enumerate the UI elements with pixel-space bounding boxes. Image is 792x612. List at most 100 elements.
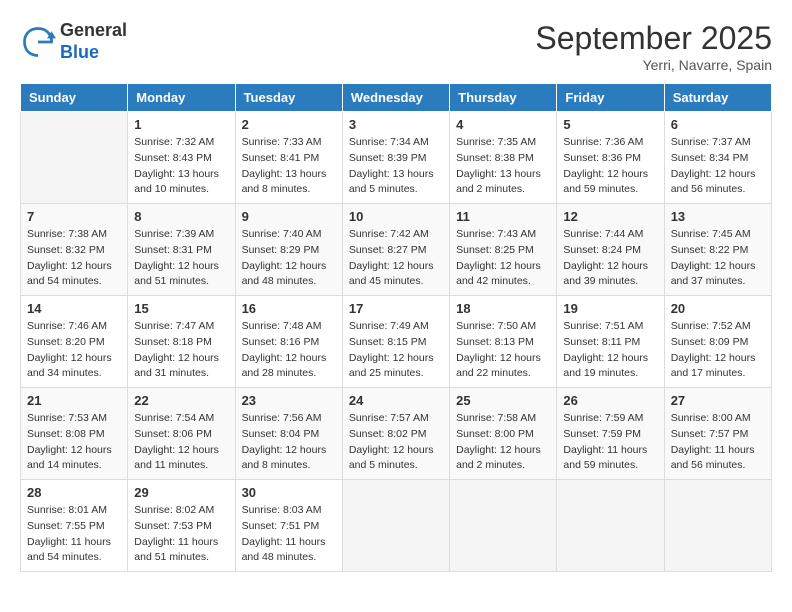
col-header-saturday: Saturday	[664, 84, 771, 112]
calendar-cell	[450, 480, 557, 572]
day-number: 5	[563, 117, 657, 132]
calendar-cell: 25 Sunrise: 7:58 AMSunset: 8:00 PMDayligh…	[450, 388, 557, 480]
calendar-cell: 10Sunrise: 7:42 AMSunset: 8:27 PMDayligh…	[342, 204, 449, 296]
day-number: 20	[671, 301, 765, 316]
calendar-cell	[21, 112, 128, 204]
day-number: 21	[27, 393, 121, 408]
calendar-cell: 26 Sunrise: 7:59 AMSunset: 7:59 PMDayligh…	[557, 388, 664, 480]
title-block: September 2025 Yerri, Navarre, Spain	[535, 20, 772, 73]
day-detail: Sunrise: 7:33 AMSunset: 8:41 PMDaylight:…	[242, 135, 336, 198]
day-detail: Sunrise: 7:54 AMSunset: 8:06 PMDaylight:…	[134, 411, 228, 474]
calendar-cell: 16 Sunrise: 7:48 AMSunset: 8:16 PMDayligh…	[235, 296, 342, 388]
day-detail: Sunrise: 7:53 AMSunset: 8:08 PMDaylight:…	[27, 411, 121, 474]
calendar-table: SundayMondayTuesdayWednesdayThursdayFrid…	[20, 83, 772, 572]
calendar-cell: 19 Sunrise: 7:51 AMSunset: 8:11 PMDayligh…	[557, 296, 664, 388]
day-detail: Sunrise: 7:48 AMSunset: 8:16 PMDaylight:…	[242, 319, 336, 382]
day-detail: Sunrise: 7:45 AMSunset: 8:22 PMDaylight:…	[671, 227, 765, 290]
location-subtitle: Yerri, Navarre, Spain	[535, 57, 772, 73]
calendar-cell: 5 Sunrise: 7:36 AMSunset: 8:36 PMDaylight…	[557, 112, 664, 204]
day-detail: Sunrise: 7:51 AMSunset: 8:11 PMDaylight:…	[563, 319, 657, 382]
calendar-cell: 27 Sunrise: 8:00 AMSunset: 7:57 PMDayligh…	[664, 388, 771, 480]
col-header-friday: Friday	[557, 84, 664, 112]
calendar-cell: 29 Sunrise: 8:02 AMSunset: 7:53 PMDayligh…	[128, 480, 235, 572]
day-detail: Sunrise: 7:44 AMSunset: 8:24 PMDaylight:…	[563, 227, 657, 290]
calendar-week-1: 1Sunrise: 7:32 AMSunset: 8:43 PMDaylight…	[21, 112, 772, 204]
day-number: 10	[349, 209, 443, 224]
day-detail: Sunrise: 7:50 AMSunset: 8:13 PMDaylight:…	[456, 319, 550, 382]
day-detail: Sunrise: 8:02 AMSunset: 7:53 PMDaylight:…	[134, 503, 228, 566]
day-number: 23	[242, 393, 336, 408]
calendar-header-row: SundayMondayTuesdayWednesdayThursdayFrid…	[21, 84, 772, 112]
day-detail: Sunrise: 7:52 AMSunset: 8:09 PMDaylight:…	[671, 319, 765, 382]
day-number: 26	[563, 393, 657, 408]
day-detail: Sunrise: 7:34 AMSunset: 8:39 PMDaylight:…	[349, 135, 443, 198]
day-number: 18	[456, 301, 550, 316]
calendar-cell: 20 Sunrise: 7:52 AMSunset: 8:09 PMDayligh…	[664, 296, 771, 388]
day-detail: Sunrise: 8:00 AMSunset: 7:57 PMDaylight:…	[671, 411, 765, 474]
day-number: 27	[671, 393, 765, 408]
logo-icon	[20, 24, 56, 60]
day-detail: Sunrise: 7:37 AMSunset: 8:34 PMDaylight:…	[671, 135, 765, 198]
day-number: 15	[134, 301, 228, 316]
day-number: 11	[456, 209, 550, 224]
day-detail: Sunrise: 7:58 AMSunset: 8:00 PMDaylight:…	[456, 411, 550, 474]
calendar-cell: 6Sunrise: 7:37 AMSunset: 8:34 PMDaylight…	[664, 112, 771, 204]
calendar-week-5: 28 Sunrise: 8:01 AMSunset: 7:55 PMDayligh…	[21, 480, 772, 572]
col-header-tuesday: Tuesday	[235, 84, 342, 112]
day-number: 12	[563, 209, 657, 224]
calendar-cell: 9 Sunrise: 7:40 AMSunset: 8:29 PMDaylight…	[235, 204, 342, 296]
day-number: 4	[456, 117, 550, 132]
logo-text: General Blue	[60, 20, 127, 63]
day-detail: Sunrise: 7:57 AMSunset: 8:02 PMDaylight:…	[349, 411, 443, 474]
col-header-monday: Monday	[128, 84, 235, 112]
day-number: 17	[349, 301, 443, 316]
day-number: 22	[134, 393, 228, 408]
month-title: September 2025	[535, 20, 772, 57]
calendar-cell: 18 Sunrise: 7:50 AMSunset: 8:13 PMDayligh…	[450, 296, 557, 388]
day-number: 25	[456, 393, 550, 408]
calendar-cell: 22 Sunrise: 7:54 AMSunset: 8:06 PMDayligh…	[128, 388, 235, 480]
calendar-cell: 24Sunrise: 7:57 AMSunset: 8:02 PMDayligh…	[342, 388, 449, 480]
day-detail: Sunrise: 7:47 AMSunset: 8:18 PMDaylight:…	[134, 319, 228, 382]
day-number: 14	[27, 301, 121, 316]
day-number: 7	[27, 209, 121, 224]
calendar-cell	[664, 480, 771, 572]
page-header: General Blue September 2025 Yerri, Navar…	[20, 20, 772, 73]
calendar-cell: 13Sunrise: 7:45 AMSunset: 8:22 PMDayligh…	[664, 204, 771, 296]
calendar-cell: 4Sunrise: 7:35 AMSunset: 8:38 PMDaylight…	[450, 112, 557, 204]
day-number: 9	[242, 209, 336, 224]
calendar-week-4: 21 Sunrise: 7:53 AMSunset: 8:08 PMDayligh…	[21, 388, 772, 480]
day-number: 8	[134, 209, 228, 224]
day-number: 2	[242, 117, 336, 132]
col-header-thursday: Thursday	[450, 84, 557, 112]
day-detail: Sunrise: 8:03 AMSunset: 7:51 PMDaylight:…	[242, 503, 336, 566]
calendar-cell: 11 Sunrise: 7:43 AMSunset: 8:25 PMDayligh…	[450, 204, 557, 296]
calendar-cell: 7Sunrise: 7:38 AMSunset: 8:32 PMDaylight…	[21, 204, 128, 296]
day-number: 28	[27, 485, 121, 500]
calendar-cell: 28 Sunrise: 8:01 AMSunset: 7:55 PMDayligh…	[21, 480, 128, 572]
calendar-cell: 21 Sunrise: 7:53 AMSunset: 8:08 PMDayligh…	[21, 388, 128, 480]
calendar-week-3: 14Sunrise: 7:46 AMSunset: 8:20 PMDayligh…	[21, 296, 772, 388]
calendar-cell: 15 Sunrise: 7:47 AMSunset: 8:18 PMDayligh…	[128, 296, 235, 388]
calendar-cell: 14Sunrise: 7:46 AMSunset: 8:20 PMDayligh…	[21, 296, 128, 388]
day-number: 30	[242, 485, 336, 500]
day-number: 19	[563, 301, 657, 316]
day-detail: Sunrise: 7:56 AMSunset: 8:04 PMDaylight:…	[242, 411, 336, 474]
day-detail: Sunrise: 7:36 AMSunset: 8:36 PMDaylight:…	[563, 135, 657, 198]
calendar-cell: 8 Sunrise: 7:39 AMSunset: 8:31 PMDaylight…	[128, 204, 235, 296]
day-detail: Sunrise: 7:40 AMSunset: 8:29 PMDaylight:…	[242, 227, 336, 290]
calendar-cell	[342, 480, 449, 572]
day-detail: Sunrise: 7:39 AMSunset: 8:31 PMDaylight:…	[134, 227, 228, 290]
day-detail: Sunrise: 7:59 AMSunset: 7:59 PMDaylight:…	[563, 411, 657, 474]
day-detail: Sunrise: 7:32 AMSunset: 8:43 PMDaylight:…	[134, 135, 228, 198]
day-number: 29	[134, 485, 228, 500]
day-detail: Sunrise: 8:01 AMSunset: 7:55 PMDaylight:…	[27, 503, 121, 566]
col-header-wednesday: Wednesday	[342, 84, 449, 112]
day-detail: Sunrise: 7:43 AMSunset: 8:25 PMDaylight:…	[456, 227, 550, 290]
calendar-cell: 30 Sunrise: 8:03 AMSunset: 7:51 PMDayligh…	[235, 480, 342, 572]
calendar-cell: 23 Sunrise: 7:56 AMSunset: 8:04 PMDayligh…	[235, 388, 342, 480]
day-number: 16	[242, 301, 336, 316]
day-number: 3	[349, 117, 443, 132]
calendar-cell: 17Sunrise: 7:49 AMSunset: 8:15 PMDayligh…	[342, 296, 449, 388]
calendar-cell: 12 Sunrise: 7:44 AMSunset: 8:24 PMDayligh…	[557, 204, 664, 296]
